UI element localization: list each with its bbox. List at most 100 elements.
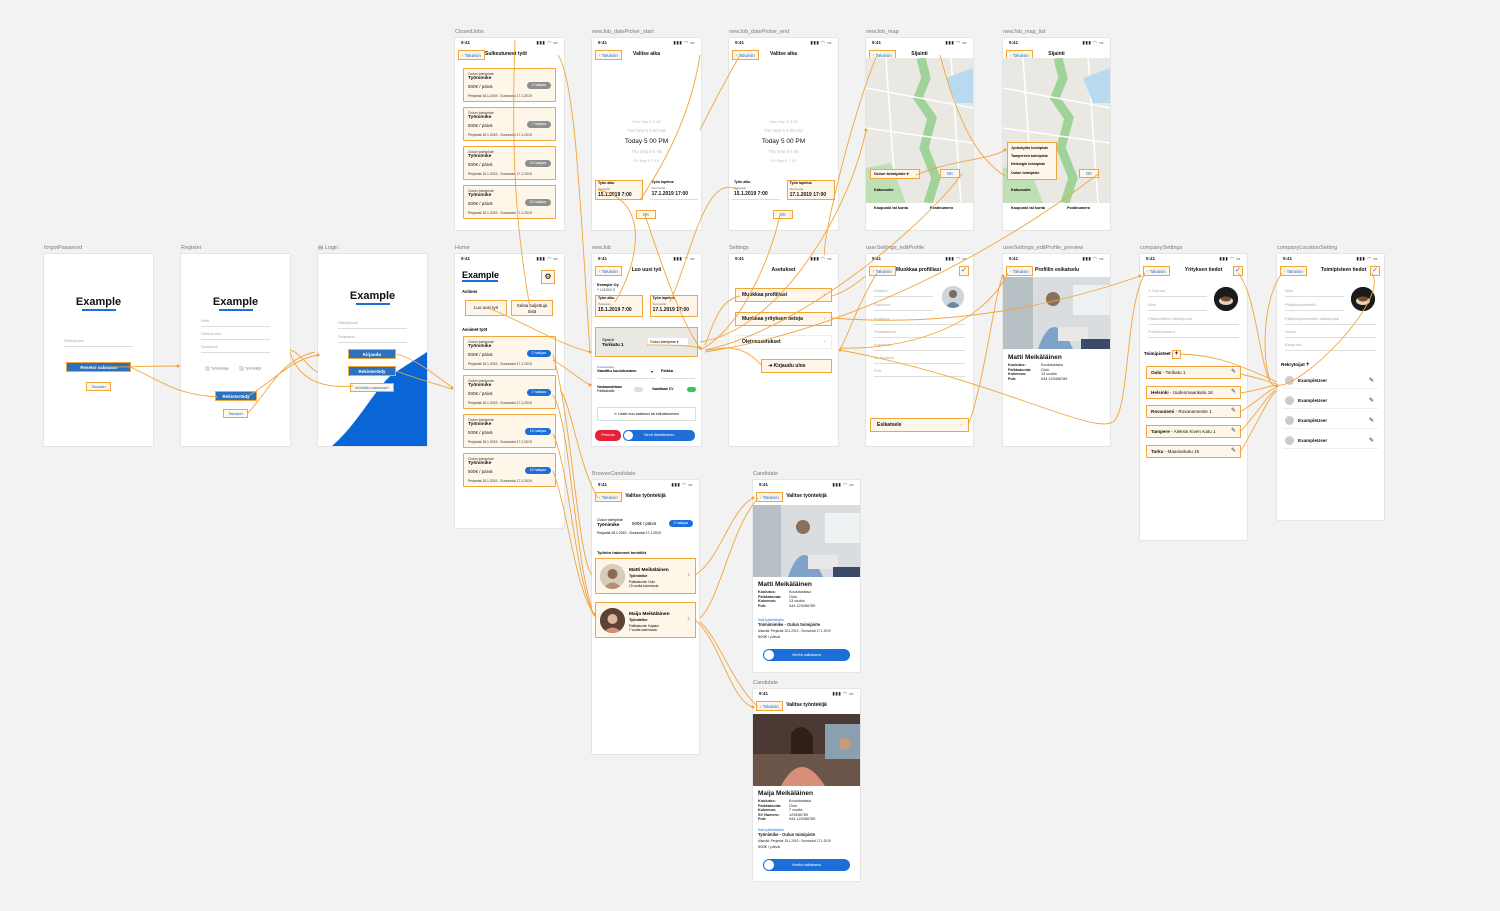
location-dropdown[interactable]: Oulun toimipiste ▾ [870,169,920,179]
postal-field[interactable]: Postinumero [1067,206,1090,210]
location-select[interactable]: Oulun toimipiste ▾ [648,338,688,346]
job-card[interactable]: Oulun toimipiste Työnimike 500€ / päivä Per… [463,68,556,102]
gear-icon[interactable]: ⚙ [541,270,555,284]
location-map-field[interactable]: Sijainti Torikatu 1 Oulun toimipiste ▾ [595,327,698,357]
logout-button[interactable]: ⇥ Kirjaudu ulos [761,359,832,373]
reset-password-button[interactable]: Resetoi salasana [66,362,131,372]
office-row-helsinki[interactable]: Helsinki - Uudenmaankatu 16 ✎ [1146,386,1241,399]
list-item[interactable]: Helsingin toimipiste [1011,162,1045,166]
company-logo[interactable] [1351,287,1375,311]
cv-required-toggle-1[interactable]: Vastaanotetaan Palkkakatto [597,385,643,397]
edit-icon[interactable]: ✎ [1231,406,1236,417]
job-card[interactable]: Oulun toimipiste Työnimike 500€ / päivä Per… [463,375,556,409]
company-phone-field[interactable]: Puhelinnumero [1148,329,1239,338]
slider-handle[interactable] [624,431,633,440]
education-select[interactable]: Koulutustaso Vaadittu koulutustaso ▾ [597,365,655,379]
recruiter-row[interactable]: ExampleUser ✎ [1283,414,1378,429]
company-logo[interactable] [1214,287,1238,311]
office-row-oulu[interactable]: Oulu - Torikatu 1 ✎ [1146,366,1241,379]
company-email-field[interactable]: Pääosoitteen sähköposti [1148,316,1239,325]
edit-icon[interactable]: ✎ [1369,434,1374,448]
check-icon[interactable]: ✓ [1370,266,1380,276]
city-field[interactable]: Kaupunki tai kunta [1011,206,1045,210]
add-requirement-button[interactable]: ⊕ Lisää muu vaatimus tai erikoistuminen [597,407,696,421]
back-button[interactable]: ‹ Takaisin [458,50,485,60]
back-button[interactable]: Takaisin [223,409,248,418]
list-item[interactable]: Jyväskylän toimipiste [1011,146,1048,150]
menu-item-edit-profile[interactable]: Muokkaa profiiliasi › [735,288,832,302]
role-employee-option[interactable]: Työntekijä [239,366,261,371]
cv-required-toggle-2[interactable]: Vaaditaan CV [652,387,696,397]
publish-slider[interactable]: Vienä lähettäminen [623,430,695,441]
ok-button[interactable]: OK [1079,169,1099,178]
avatar[interactable] [942,286,964,308]
role-employer-option[interactable]: Työnantaja [205,366,229,371]
check-icon[interactable]: ✓ [959,266,969,276]
contact-email-field[interactable]: Pääyhteyshenkilön sähköposti [1285,316,1376,325]
create-job-button[interactable]: Luo uusi työ [465,300,507,316]
password-field[interactable]: Salasana [338,334,407,343]
candidate-card[interactable]: Matti Meikäläinen Työnimike Paikkakunta:… [595,558,696,594]
end-date-field[interactable]: Työn lopetus Sunnuntai 17.1.2019 17:00 [786,180,835,200]
edit-icon[interactable]: ✎ [1369,374,1374,388]
select-slider[interactable]: Vieritä valitaksesi [763,859,850,871]
register-button[interactable]: Rekisteröidy [215,391,257,401]
edit-icon[interactable]: ✎ [1231,446,1236,457]
street-field[interactable]: Katuosoite [1011,188,1031,192]
slider-handle[interactable] [764,650,774,660]
start-date-field[interactable]: Työn alku Perjantai 15.1.2019 7:00 [732,180,781,200]
company-name-field[interactable]: Nimi [1148,302,1207,311]
browse-closed-jobs-button[interactable]: Selaa suljettuja töitä [511,300,553,316]
back-button[interactable]: Takaisin [86,382,111,391]
email-field[interactable]: Sähköposti [201,331,270,340]
job-card[interactable]: Oulun toimipiste Työnimike 500€ / päivä Per… [463,336,556,370]
street-field[interactable]: Katuosoite [874,188,894,192]
office-row-turku[interactable]: Turku - Maariankatu 15 ✎ [1146,445,1241,458]
slider-handle[interactable] [764,860,774,870]
ok-button[interactable]: OK [773,210,793,219]
pay-field[interactable]: Palkka… [661,365,695,379]
password-field[interactable]: Salasana [201,344,270,353]
toggle-switch[interactable] [687,387,696,392]
phone-field[interactable]: Puh [874,368,965,377]
address-field[interactable]: Osoite [1285,329,1376,338]
end-date-field[interactable]: Työn lopetus Sunnuntai 17.1.2019 17:00 [649,180,698,200]
ok-button[interactable]: OK [940,169,960,178]
list-item[interactable]: Tampereen toimipiste [1011,154,1048,158]
contact-person-field[interactable]: Pääyhteyshenkilö [1285,302,1344,311]
job-card[interactable]: Oulun toimipiste Työnimike 500€ / päivä Per… [463,453,556,487]
menu-item-defaults[interactable]: Oletusasetukset › [735,335,832,349]
edit-icon[interactable]: ✎ [1369,394,1374,408]
start-date-field[interactable]: Työn alku Perjantai 15.1.2019 7:00 [595,180,644,200]
postal-field[interactable]: Postinumero [930,206,953,210]
job-card[interactable]: Oulun toimipiste Työnimike 500€ / päivä Per… [463,185,556,219]
add-recruiter-button[interactable]: + [1306,362,1310,368]
city-field[interactable]: Kaupunki [1285,342,1376,351]
cancel-button[interactable]: Peruuta [595,430,621,441]
city-field[interactable]: Kaupunki tai kunta [874,206,908,210]
job-card[interactable]: Oulun toimipiste Työnimike 500€ / päivä Per… [463,414,556,448]
candidate-card[interactable]: Maija Meikäläinen Työnimike Paikkakunta:… [595,602,696,638]
check-icon[interactable]: ✓ [1233,266,1243,276]
back-button[interactable]: ‹ Takaisin [869,266,896,276]
end-date-field[interactable]: Työn lopetus Sunnuntai 17.1.2019 17:00 [649,295,698,317]
job-card[interactable]: Oulun toimipiste Työnimike 500€ / päivä Per… [463,107,556,141]
map-view[interactable] [866,58,973,203]
edit-icon[interactable]: ✎ [1231,387,1236,398]
sv-number-field[interactable]: Sv Numero [874,355,965,364]
education-field[interactable]: Koulutus [874,316,965,325]
login-button[interactable]: Kirjaudu [348,349,396,359]
add-office-button[interactable]: + [1172,350,1181,359]
ok-button[interactable]: OK [636,210,656,219]
preview-button[interactable]: Esikatsele › [870,418,969,432]
start-date-field[interactable]: Työn alku Perjantai 15.1.2019 7:00 [595,295,644,317]
menu-item-edit-company[interactable]: Muokkaa yrityksen tietoja › [735,312,832,326]
office-row-rovaniemi[interactable]: Rovaniemi - Rovanementie 1 ✎ [1146,405,1241,418]
edit-icon[interactable]: ✎ [1231,367,1236,378]
city-field[interactable]: Paikkakunta [874,329,965,338]
register-button[interactable]: Rekisteröidy [348,366,396,376]
email-field[interactable]: Sähköposti [64,338,133,347]
recruiter-row[interactable]: ExampleUser ✎ [1283,434,1378,449]
edit-icon[interactable]: ✎ [1231,426,1236,437]
office-name-field[interactable]: Nimi [1285,288,1344,297]
